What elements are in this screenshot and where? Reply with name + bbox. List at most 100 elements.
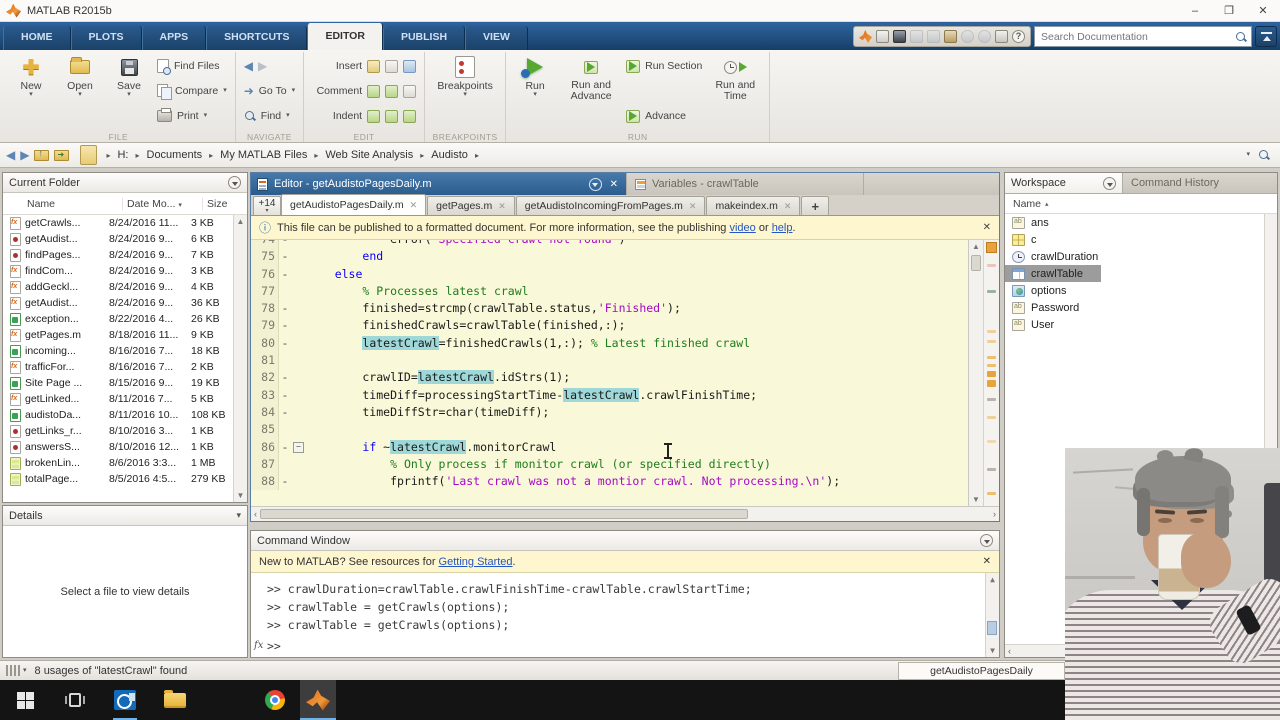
tab-overflow-button[interactable]: +14 ▾ <box>253 196 281 215</box>
code-marker[interactable] <box>987 364 996 367</box>
smart-indent-icon[interactable] <box>367 110 380 123</box>
code-marker[interactable] <box>987 492 996 495</box>
open-dropdown-icon[interactable]: ▾ <box>78 92 82 98</box>
close-tab-icon[interactable]: ✕ <box>498 201 506 212</box>
minimize-button[interactable]: – <box>1178 0 1212 22</box>
documentation-search[interactable] <box>1034 26 1252 47</box>
status-waffle-icon[interactable] <box>6 665 20 676</box>
file-row[interactable]: getCrawls...8/24/2016 11...3 KB <box>3 215 233 231</box>
banner-close-icon[interactable]: ✕ <box>983 556 991 567</box>
status-dropdown-icon[interactable]: ▾ <box>23 668 27 674</box>
up-folder-icon[interactable] <box>34 150 49 161</box>
editor-scroll-thumb[interactable] <box>971 255 981 271</box>
find-button[interactable]: Find ▾ <box>244 107 295 125</box>
getting-started-link[interactable]: Getting Started <box>439 556 513 568</box>
comment-icon[interactable] <box>367 85 380 98</box>
panel-menu-icon[interactable] <box>228 176 241 189</box>
search-icon[interactable] <box>1235 31 1247 43</box>
editor-tab[interactable]: getAudistoIncomingFromPages.m✕ <box>516 196 706 215</box>
run-and-time-button[interactable]: Run and Time <box>709 54 761 129</box>
editor-scroll-right-icon[interactable]: › <box>993 509 996 519</box>
ribbon-tab-view[interactable]: VIEW <box>465 26 528 50</box>
publish-bar-close-icon[interactable]: ✕ <box>983 222 991 233</box>
editor-scroll-left-icon[interactable]: ‹ <box>254 509 257 519</box>
undo-icon[interactable] <box>961 30 974 43</box>
file-row[interactable]: getLinked...8/11/2016 7...5 KB <box>3 391 233 407</box>
editor-tab[interactable]: getPages.m✕ <box>427 196 515 215</box>
file-row[interactable]: totalPage...8/5/2016 4:5...279 KB <box>3 471 233 487</box>
video-link[interactable]: video <box>729 222 755 234</box>
console-scroll-down-icon[interactable]: ▼ <box>990 646 995 655</box>
file-row[interactable]: findCom...8/24/2016 9...3 KB <box>3 263 233 279</box>
code-marker[interactable] <box>987 340 996 343</box>
workspace-column-header[interactable]: Name ▴ <box>1005 194 1277 214</box>
details-collapse-icon[interactable]: ▾ <box>236 510 241 521</box>
file-row[interactable]: getLinks_r...8/10/2016 3...1 KB <box>3 423 233 439</box>
workspace-variable[interactable]: options <box>1005 282 1277 299</box>
console-scroll-thumb[interactable] <box>987 621 997 635</box>
code-marker[interactable] <box>987 330 996 333</box>
workspace-variable[interactable]: crawlTable <box>1005 265 1101 282</box>
column-name[interactable]: Name <box>3 198 123 210</box>
cut-icon[interactable] <box>910 30 923 43</box>
close-tab-icon[interactable]: ✕ <box>784 201 792 212</box>
help-icon[interactable]: ? <box>1012 30 1025 43</box>
indent-left-icon[interactable] <box>385 110 398 123</box>
file-row[interactable]: brokenLin...8/6/2016 3:3...1 MB <box>3 455 233 471</box>
outlook-taskbar-button[interactable] <box>100 680 150 720</box>
chrome-taskbar-button[interactable] <box>250 680 300 720</box>
editor-scroll-up-icon[interactable]: ▲ <box>972 242 980 251</box>
code-marker[interactable] <box>987 440 996 443</box>
nav-forward-icon[interactable]: ▶ <box>20 149 29 161</box>
run-button[interactable]: Run ▾ <box>514 54 556 129</box>
function-hint-icon[interactable]: fx <box>254 640 263 651</box>
matlab-taskbar-button[interactable] <box>300 680 336 720</box>
console-scrollbar[interactable]: ▲ ▼ <box>985 573 999 657</box>
code-marker[interactable] <box>987 468 996 471</box>
new-dropdown-icon[interactable]: ▾ <box>29 92 33 98</box>
close-tab-icon[interactable]: ✕ <box>689 201 697 212</box>
indent-right-icon[interactable] <box>403 110 416 123</box>
ribbon-tab-publish[interactable]: PUBLISH <box>383 26 465 50</box>
breakpoints-dropdown-icon[interactable]: ▾ <box>463 92 467 98</box>
compare-button[interactable]: Compare ▾ <box>157 82 227 100</box>
breadcrumb-segment[interactable]: Documents <box>145 148 205 162</box>
workspace-variable[interactable]: c <box>1005 231 1277 248</box>
editor-close-icon[interactable]: ✕ <box>608 179 620 190</box>
code-marker[interactable] <box>987 290 996 293</box>
code-marker[interactable] <box>987 416 996 419</box>
paste-icon[interactable] <box>944 30 957 43</box>
file-row[interactable]: incoming...8/16/2016 7...18 KB <box>3 343 233 359</box>
workspace-scroll-left-icon[interactable]: ‹ <box>1008 646 1011 656</box>
file-row[interactable]: answersS...8/10/2016 12...1 KB <box>3 439 233 455</box>
insert-section-icon[interactable] <box>367 60 380 73</box>
file-row[interactable]: getAudist...8/24/2016 9...36 KB <box>3 295 233 311</box>
file-row[interactable]: Site Page ...8/15/2016 9...19 KB <box>3 375 233 391</box>
ribbon-tab-home[interactable]: HOME <box>3 26 71 50</box>
save-icon[interactable] <box>893 30 906 43</box>
breadcrumb-segment[interactable]: Web Site Analysis <box>323 148 415 162</box>
file-row[interactable]: findPages...8/24/2016 9...7 KB <box>3 247 233 263</box>
switch-windows-icon[interactable] <box>995 30 1008 43</box>
advance-button[interactable]: Advance <box>626 107 702 125</box>
task-view-taskbar-button[interactable] <box>50 680 100 720</box>
file-row[interactable]: exception...8/22/2016 4...26 KB <box>3 311 233 327</box>
breadcrumb-segment[interactable]: My MATLAB Files <box>218 148 309 162</box>
ribbon-tab-apps[interactable]: APPS <box>142 26 207 50</box>
redo-icon[interactable] <box>978 30 991 43</box>
code-marker[interactable] <box>987 264 996 267</box>
matlab-mini-icon[interactable] <box>859 30 872 43</box>
address-search-icon[interactable] <box>1258 149 1270 161</box>
ribbon-tab-shortcuts[interactable]: SHORTCUTS <box>206 26 307 50</box>
command-window-menu-icon[interactable] <box>980 534 993 547</box>
code-marker[interactable] <box>987 356 996 359</box>
file-row[interactable]: trafficFor...8/16/2016 7...2 KB <box>3 359 233 375</box>
file-row[interactable]: audistoDa...8/11/2016 10...108 KB <box>3 407 233 423</box>
code-fold-icon[interactable] <box>291 439 307 456</box>
scroll-up-icon[interactable]: ▲ <box>237 217 245 226</box>
workspace-variable[interactable]: User <box>1005 316 1277 333</box>
find-dropdown-icon[interactable]: ▾ <box>286 113 290 119</box>
workspace-variable[interactable]: ans <box>1005 214 1277 231</box>
editor-hscrollbar[interactable]: ‹ › <box>251 506 999 521</box>
uncomment-icon[interactable] <box>385 85 398 98</box>
